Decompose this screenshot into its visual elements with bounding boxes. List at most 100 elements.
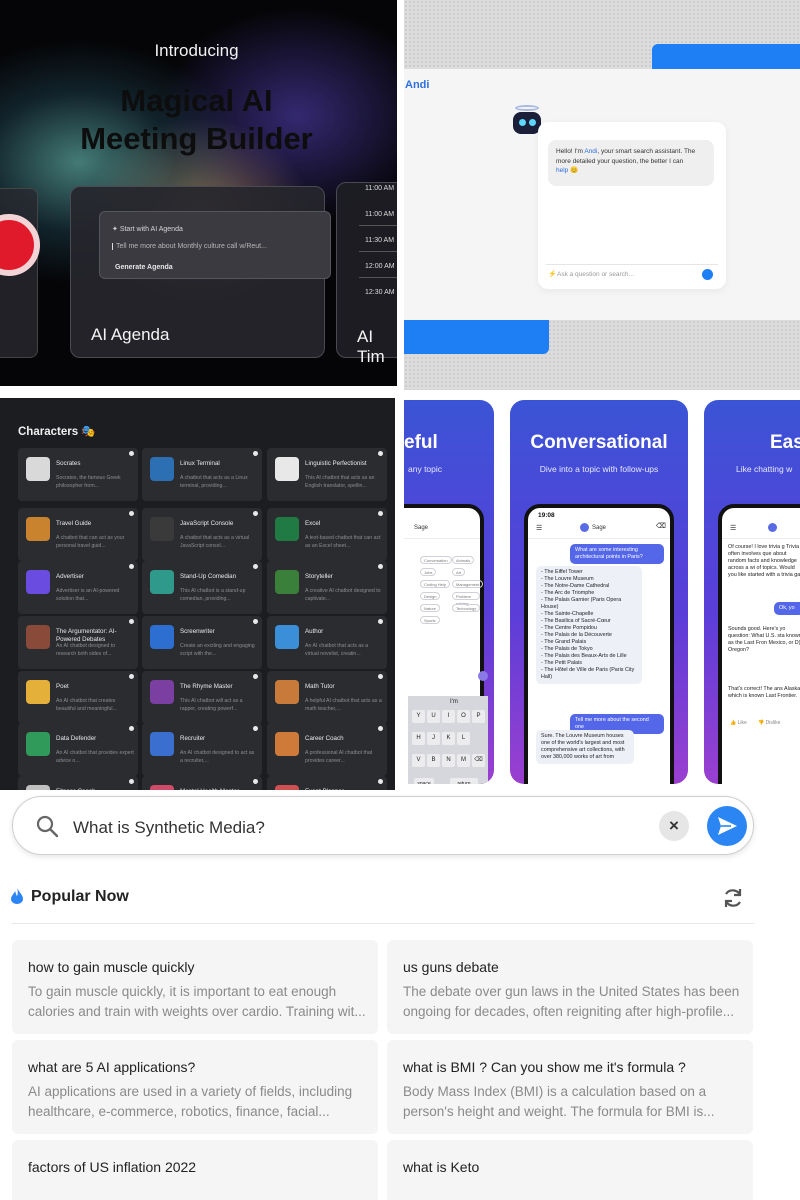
chat-bubble-icon[interactable] <box>378 779 383 784</box>
topic-chip[interactable]: Management <box>452 580 484 588</box>
character-card[interactable]: Storyteller A creative AI chatbot designe… <box>267 561 387 614</box>
keyboard-key[interactable]: J <box>427 732 440 745</box>
chat-bubble-icon[interactable] <box>378 451 383 456</box>
chat-box: Hello! I'm Andi, your smart search assis… <box>538 122 726 289</box>
topic-chip[interactable]: Animals <box>452 556 475 564</box>
topic-chip[interactable]: Conversation <box>420 556 452 564</box>
chat-bubble-icon[interactable] <box>253 619 258 624</box>
chat-bubble-icon[interactable] <box>129 451 134 456</box>
character-card[interactable]: Screenwriter Create an exciting and engag… <box>142 616 262 669</box>
topic-chip[interactable]: Nature <box>420 604 441 612</box>
chat-bubble-icon[interactable] <box>253 564 258 569</box>
character-card[interactable]: JavaScript Console A chatbot that acts as… <box>142 508 262 561</box>
chat-bubble-icon[interactable] <box>129 674 134 679</box>
popular-query-card[interactable]: what is BMI ? Can you show me it's formu… <box>387 1040 753 1134</box>
keyboard-key[interactable]: P <box>472 710 485 723</box>
assistant-name: Andi <box>584 148 598 155</box>
popular-query-card[interactable]: us guns debate The debate over gun laws … <box>387 940 753 1034</box>
ai-timer-card[interactable]: 11:00 AM 11:00 AM 11:30 AM 12:00 AM 12:3… <box>336 182 397 366</box>
agenda-input[interactable]: Tell me more about Monthly culture call … <box>112 243 312 250</box>
chat-bubble-icon[interactable] <box>129 564 134 569</box>
topic-chip[interactable]: Technology <box>452 604 481 612</box>
chat-bubble-icon[interactable] <box>129 726 134 731</box>
keyboard-key[interactable]: V <box>412 754 425 767</box>
keyboard-key[interactable]: H <box>412 732 425 745</box>
andi-logo[interactable]: Andi <box>405 79 429 91</box>
character-card[interactable]: Advertiser Advertiser is an AI-powered so… <box>18 561 138 614</box>
chat-bubble-icon[interactable] <box>378 726 383 731</box>
chat-bubble-icon[interactable] <box>253 726 258 731</box>
keyboard-key[interactable]: I <box>442 710 455 723</box>
menu-icon[interactable]: ☰ <box>730 524 736 532</box>
character-card[interactable]: Math Tutor A helpful AI chatbot that acts… <box>267 671 387 724</box>
clear-search-button[interactable]: × <box>659 811 689 841</box>
popular-query-card[interactable]: what are 5 AI applications? AI applicati… <box>12 1040 378 1134</box>
character-card[interactable]: Recruiter An AI chatbot designed to act a… <box>142 723 262 776</box>
character-card[interactable]: Socrates Socrates, the famous Greek philo… <box>18 448 138 501</box>
refresh-icon[interactable] <box>721 886 745 910</box>
keyboard-key[interactable]: B <box>427 754 440 767</box>
character-card[interactable]: Poet An AI chatbot that creates beautiful… <box>18 671 138 724</box>
character-card[interactable]: Event Planner <box>267 776 387 790</box>
character-card[interactable]: Travel Guide A chatbot that can act as yo… <box>18 508 138 561</box>
like-button[interactable]: 👍 Like <box>730 720 747 726</box>
ai-agenda-card[interactable]: ✦ Start with AI Agenda Tell me more abou… <box>70 186 331 358</box>
menu-icon[interactable]: ☰ <box>536 524 542 532</box>
keyboard-key[interactable]: ⌫ <box>472 754 485 767</box>
clear-chat-icon[interactable]: ⌫ <box>656 522 666 530</box>
chat-bubble-icon[interactable] <box>253 779 258 784</box>
keyboard-key[interactable]: U <box>427 710 440 723</box>
topic-chip[interactable]: Jobs <box>420 568 437 576</box>
character-card[interactable]: Fitness Coach <box>18 776 138 790</box>
search-bar[interactable]: What is Synthetic Media? × <box>12 796 754 855</box>
character-card[interactable]: Career Coach A professional AI chatbot th… <box>267 723 387 776</box>
keyboard-key[interactable]: L <box>457 732 470 745</box>
keyboard-key[interactable]: M <box>457 754 470 767</box>
popular-query-card[interactable]: factors of US inflation 2022 <box>12 1140 378 1200</box>
keyboard-key[interactable]: K <box>442 732 455 745</box>
chat-bubble-icon[interactable] <box>253 511 258 516</box>
topic-chip[interactable]: Sports <box>420 616 440 624</box>
kbd-return-key[interactable]: return <box>450 778 478 784</box>
keyboard-key[interactable]: Y <box>412 710 425 723</box>
chat-bubble-icon[interactable] <box>129 511 134 516</box>
character-card[interactable]: Excel A text-based chatbot that can act a… <box>267 508 387 561</box>
popular-query-card[interactable]: what is Keto <box>387 1140 753 1200</box>
send-icon[interactable] <box>478 671 488 681</box>
character-card[interactable]: Mental Health Mentor <box>142 776 262 790</box>
character-card[interactable]: Linux Terminal A chatbot that acts as a L… <box>142 448 262 501</box>
topic-chip[interactable]: Design <box>420 592 441 600</box>
chat-bubble-icon[interactable] <box>253 674 258 679</box>
keyboard-key[interactable]: N <box>442 754 455 767</box>
popular-query-card[interactable]: how to gain muscle quickly To gain muscl… <box>12 940 378 1034</box>
chat-bubble-icon[interactable] <box>378 619 383 624</box>
keyboard-key[interactable]: O <box>457 710 470 723</box>
characters-title: Characters 🎭 <box>18 424 96 438</box>
character-card[interactable]: Linguistic Perfectionist This AI chatbot … <box>267 448 387 501</box>
chat-bubble-icon[interactable] <box>378 511 383 516</box>
chat-bubble-icon[interactable] <box>378 674 383 679</box>
send-button[interactable] <box>707 806 747 846</box>
character-name: Recruiter <box>180 735 206 742</box>
character-card[interactable]: The Argumentator: AI-Powered Debates An A… <box>18 616 138 669</box>
character-card[interactable]: Data Defender An AI chatbot that provides… <box>18 723 138 776</box>
dislike-button[interactable]: 👎 Dislike <box>758 720 780 726</box>
generate-agenda-button[interactable]: Generate Agenda <box>115 264 173 271</box>
character-card[interactable]: Stand-Up Comedian This AI chatbot is a st… <box>142 561 262 614</box>
topic-chip[interactable]: Problem solving <box>452 592 480 606</box>
chat-bubble-icon[interactable] <box>129 779 134 784</box>
start-with-agenda[interactable]: ✦ Start with AI Agenda <box>112 225 183 233</box>
chat-bubble-icon[interactable] <box>129 619 134 624</box>
character-card[interactable]: The Rhyme Master This AI chatbot will act… <box>142 671 262 724</box>
ask-input-bar[interactable]: ⚡ Ask a question or search... <box>546 264 718 282</box>
ask-input[interactable]: Ask a question or search... <box>557 271 634 278</box>
chat-bubble-icon[interactable] <box>253 451 258 456</box>
kbd-space-key[interactable]: space <box>414 778 434 784</box>
character-card[interactable]: Author An AI chatbot that acts as a virtu… <box>267 616 387 669</box>
search-panel: What is Synthetic Media? × Popular Now h… <box>0 790 800 1200</box>
topic-chip[interactable]: Art <box>452 568 466 576</box>
chat-bubble-icon[interactable] <box>378 564 383 569</box>
topic-chip[interactable]: Coding Help <box>420 580 451 588</box>
search-input[interactable]: What is Synthetic Media? <box>73 818 265 838</box>
search-submit-button[interactable] <box>702 269 713 280</box>
